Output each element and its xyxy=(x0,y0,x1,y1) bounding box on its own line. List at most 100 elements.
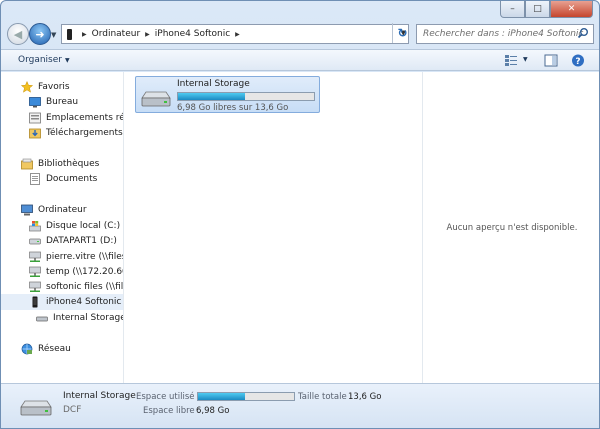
storage-drive-icon xyxy=(36,312,48,324)
sidebar-item-documents[interactable]: Documents xyxy=(1,171,123,187)
sidebar-item-label: pierre.vitre (\\filesvr xyxy=(46,252,123,262)
details-pane: Internal Storage DCF Espace utilisé : Ta… xyxy=(1,383,599,428)
caption-buttons: – □ ✕ xyxy=(500,1,593,18)
sidebar-item-network-drive[interactable]: temp (\\172.20.60.24 xyxy=(1,264,123,280)
sidebar-item-label: Internal Storage xyxy=(53,313,124,323)
sidebar-header-label: Bibliothèques xyxy=(38,159,100,169)
network-drive-icon xyxy=(29,281,41,293)
sidebar-header-label: Réseau xyxy=(38,344,71,354)
details-usage-bar xyxy=(197,392,295,401)
storage-free-text: 6,98 Go libres sur 13,6 Go xyxy=(177,103,289,113)
network-icon xyxy=(21,343,33,355)
storage-usage-fill xyxy=(178,93,245,100)
sidebar-item-label: Téléchargements xyxy=(46,128,123,138)
sidebar-item-desktop[interactable]: Bureau xyxy=(1,94,123,110)
sidebar-item-network-drive[interactable]: softonic files (\\files xyxy=(1,279,124,295)
sidebar-item-label: iPhone4 Softonic xyxy=(46,297,122,307)
breadcrumb: ▶ Ordinateur ▶ iPhone4 Softonic ▶ xyxy=(77,29,245,39)
address-bar[interactable]: ▶ Ordinateur ▶ iPhone4 Softonic ▶ ▼ xyxy=(61,24,409,44)
svg-text:?: ? xyxy=(575,57,580,67)
storage-drive-icon xyxy=(141,91,171,107)
help-icon[interactable]: ? xyxy=(571,54,585,67)
sidebar-header-computer[interactable]: Ordinateur xyxy=(1,202,123,218)
back-button[interactable]: ◀ xyxy=(7,23,29,45)
back-arrow-icon: ◀ xyxy=(13,27,23,41)
sidebar-item-label: Disque local (C:) xyxy=(46,221,121,231)
libraries-icon xyxy=(21,158,33,170)
breadcrumb-separator-icon[interactable]: ▶ xyxy=(82,31,87,38)
windows-drive-icon xyxy=(29,220,41,232)
computer-icon xyxy=(21,204,33,216)
hard-drive-icon xyxy=(29,235,41,247)
recent-places-icon xyxy=(29,112,41,124)
recent-pages-dropdown[interactable]: ▼ xyxy=(51,31,56,39)
breadcrumb-device[interactable]: iPhone4 Softonic xyxy=(155,29,230,39)
content-area: Favoris Bureau Emplacements récents Télé… xyxy=(1,72,599,383)
details-free-label: Espace libre : xyxy=(143,406,201,416)
sidebar-item-iphone[interactable]: iPhone4 Softonic xyxy=(1,294,123,310)
sidebar-item-label: Emplacements récents xyxy=(46,113,123,123)
organize-menu[interactable]: Organiser ▼ xyxy=(18,55,70,65)
details-free-value: 6,98 Go xyxy=(196,406,230,416)
sidebar-item-label: softonic files (\\files xyxy=(46,282,124,292)
sidebar-item-recent-places[interactable]: Emplacements récents xyxy=(1,110,123,126)
details-total-label: Taille totale : xyxy=(298,392,353,402)
views-icon[interactable] xyxy=(504,54,518,67)
details-total-value: 13,6 Go xyxy=(348,392,382,402)
search-icon xyxy=(577,28,588,39)
chevron-down-icon: ▼ xyxy=(65,57,70,64)
sidebar-item-label: Documents xyxy=(46,174,98,184)
sidebar-item-network-drive[interactable]: pierre.vitre (\\filesvr xyxy=(1,249,123,265)
file-list: Internal Storage 6,98 Go libres sur 13,6… xyxy=(125,72,421,383)
preview-pane-icon[interactable] xyxy=(544,54,558,67)
sidebar-item-label: Bureau xyxy=(46,97,79,107)
sidebar-item-downloads[interactable]: Téléchargements xyxy=(1,125,123,141)
sidebar-item-datapart1-d[interactable]: DATAPART1 (D:) xyxy=(1,233,123,249)
sidebar-header-label: Favoris xyxy=(38,82,70,92)
navigation-bar: ◀ ➜ ▼ ▶ Ordinateur ▶ iPhone4 Softonic ▶ … xyxy=(1,21,599,47)
breadcrumb-computer[interactable]: Ordinateur xyxy=(92,29,141,39)
sidebar-header-network[interactable]: Réseau xyxy=(1,341,123,357)
refresh-button[interactable]: ↻ xyxy=(392,23,412,43)
downloads-icon xyxy=(29,127,41,139)
maximize-button[interactable]: □ xyxy=(525,1,550,18)
forward-button[interactable]: ➜ xyxy=(29,23,51,45)
sidebar-item-label: DATAPART1 (D:) xyxy=(46,236,117,246)
search-placeholder: Rechercher dans : iPhone4 Softonic xyxy=(423,29,584,39)
sidebar-item-local-disk-c[interactable]: Disque local (C:) xyxy=(1,218,123,234)
forward-arrow-icon: ➜ xyxy=(35,27,45,41)
documents-icon xyxy=(29,173,41,185)
preview-pane: Aucun aperçu n'est disponible. xyxy=(422,72,599,383)
sidebar-item-internal-storage[interactable]: Internal Storage xyxy=(1,310,124,326)
views-dropdown-icon[interactable]: ▼ xyxy=(523,56,528,63)
search-input[interactable]: Rechercher dans : iPhone4 Softonic xyxy=(416,24,594,44)
close-button[interactable]: ✕ xyxy=(550,1,593,18)
phone-icon xyxy=(67,28,72,40)
storage-drive-icon xyxy=(20,400,52,416)
refresh-icon: ↻ xyxy=(397,26,408,40)
storage-tile[interactable]: Internal Storage 6,98 Go libres sur 13,6… xyxy=(135,76,320,113)
storage-usage-bar xyxy=(177,92,315,101)
explorer-window: – □ ✕ ◀ ➜ ▼ ▶ Ordinateur ▶ iPhone4 Softo… xyxy=(0,0,600,429)
breadcrumb-separator-icon[interactable]: ▶ xyxy=(235,31,240,38)
organize-label: Organiser xyxy=(18,55,62,65)
desktop-icon xyxy=(29,96,41,108)
details-item-type: DCF xyxy=(63,405,82,415)
details-used-label: Espace utilisé : xyxy=(136,392,201,402)
sidebar-item-label: temp (\\172.20.60.24 xyxy=(46,267,123,277)
details-item-name: Internal Storage xyxy=(63,391,136,401)
preview-message: Aucun aperçu n'est disponible. xyxy=(446,222,578,233)
storage-name: Internal Storage xyxy=(177,79,250,89)
network-drive-icon xyxy=(29,251,41,263)
details-usage-fill xyxy=(198,393,246,400)
breadcrumb-separator-icon[interactable]: ▶ xyxy=(145,31,150,38)
sidebar-header-libraries[interactable]: Bibliothèques xyxy=(1,156,123,172)
minimize-button[interactable]: – xyxy=(500,1,525,18)
phone-icon xyxy=(29,296,41,308)
command-bar: Organiser ▼ ▼ ? xyxy=(1,49,599,71)
sidebar-header-favorites[interactable]: Favoris xyxy=(1,79,123,95)
network-drive-icon xyxy=(29,266,41,278)
navigation-pane: Favoris Bureau Emplacements récents Télé… xyxy=(1,72,124,383)
sidebar-header-label: Ordinateur xyxy=(38,205,87,215)
star-icon xyxy=(20,80,34,93)
